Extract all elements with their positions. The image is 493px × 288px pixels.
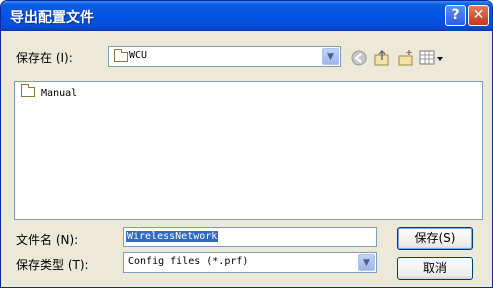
folder-icon	[114, 49, 128, 62]
help-button[interactable]: ?	[445, 5, 466, 26]
title-bar[interactable]: 导出配置文件 ? ✕	[1, 1, 492, 31]
list-item-label: Manual	[41, 88, 78, 99]
filetype-select[interactable]: Config files (*.prf) ▼	[123, 252, 377, 273]
close-button[interactable]: ✕	[468, 5, 489, 26]
filetype-label: 保存类型 (T):	[16, 258, 89, 272]
list-item[interactable]: Manual	[21, 84, 78, 99]
filename-field[interactable]: WirelessNetwork	[123, 227, 377, 247]
dialog-title: 导出配置文件	[10, 10, 94, 26]
save-dialog: 导出配置文件 ? ✕ 保存在 (I): WCU ▼ Manual 文件名 (N)…	[0, 0, 493, 288]
save-in-combo[interactable]: WCU ▼	[108, 46, 341, 67]
back-icon[interactable]	[351, 50, 367, 66]
file-list[interactable]: Manual	[14, 81, 483, 220]
folder-icon	[21, 84, 35, 97]
save-button[interactable]: 保存(S)	[397, 227, 473, 250]
cancel-button[interactable]: 取消	[397, 257, 473, 280]
save-in-label: 保存在 (I):	[16, 51, 73, 65]
filename-value: WirelessNetwork	[126, 231, 219, 242]
views-menu-icon[interactable]	[419, 50, 445, 66]
chevron-down-icon[interactable]: ▼	[322, 48, 339, 65]
up-folder-icon[interactable]	[373, 49, 391, 67]
filename-label: 文件名 (N):	[16, 233, 79, 247]
save-in-value: WCU	[129, 50, 148, 61]
chevron-down-icon[interactable]: ▼	[358, 254, 375, 271]
filetype-value: Config files (*.prf)	[128, 256, 249, 267]
new-folder-icon[interactable]	[397, 49, 415, 67]
